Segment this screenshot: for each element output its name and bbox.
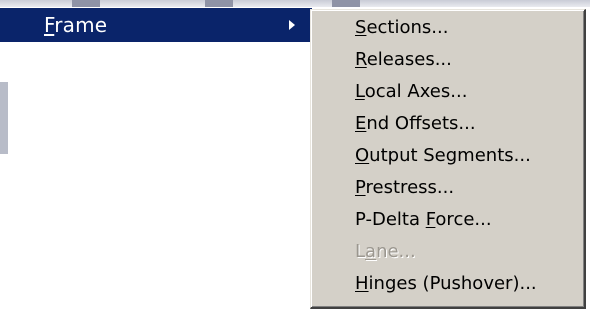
menu-item-label: End Offsets... xyxy=(355,113,476,134)
menu-item-label: Sections... xyxy=(355,17,449,38)
menu-item-lane: Lane... xyxy=(311,236,584,268)
mnemonic-underline: a xyxy=(365,241,377,262)
submenu-arrow-icon xyxy=(289,20,295,30)
mnemonic-underline: O xyxy=(355,145,370,166)
background-toolbar-mark xyxy=(205,0,233,7)
menu-item-releases[interactable]: Releases... xyxy=(311,44,584,76)
menu-item-label: Prestress... xyxy=(355,177,455,198)
background-window-edge xyxy=(0,82,8,154)
frame-submenu: Sections... Releases... Local Axes... En… xyxy=(310,9,586,309)
background-toolbar-mark xyxy=(72,0,100,7)
menu-item-label: Output Segments... xyxy=(355,145,531,166)
background-toolbar-mark xyxy=(332,0,360,7)
mnemonic-underline: R xyxy=(355,49,367,70)
mnemonic-underline: S xyxy=(355,17,367,38)
menu-item-frame-label: Frame xyxy=(44,13,108,37)
mnemonic-underline: P xyxy=(355,177,366,198)
menu-item-label: Lane... xyxy=(355,241,416,262)
mnemonic-underline: L xyxy=(355,81,365,102)
menu-item-output-segments[interactable]: Output Segments... xyxy=(311,140,584,172)
menu-item-prestress[interactable]: Prestress... xyxy=(311,172,584,204)
menu-item-hinges-pushover[interactable]: Hinges (Pushover)... xyxy=(311,268,584,300)
menu-item-label: Hinges (Pushover)... xyxy=(355,273,537,294)
mnemonic-underline: H xyxy=(355,273,369,294)
menu-item-label: Releases... xyxy=(355,49,452,70)
menu-item-frame[interactable]: Frame xyxy=(0,8,312,42)
menu-item-label: P-Delta Force... xyxy=(355,209,492,230)
menu-item-p-delta-force[interactable]: P-Delta Force... xyxy=(311,204,584,236)
menu-item-sections[interactable]: Sections... xyxy=(311,12,584,44)
mnemonic-underline: E xyxy=(355,113,367,134)
menu-item-label: Local Axes... xyxy=(355,81,468,102)
mnemonic-underline: F xyxy=(44,13,55,37)
mnemonic-underline: F xyxy=(425,209,436,230)
menu-item-local-axes[interactable]: Local Axes... xyxy=(311,76,584,108)
menu-item-end-offsets[interactable]: End Offsets... xyxy=(311,108,584,140)
